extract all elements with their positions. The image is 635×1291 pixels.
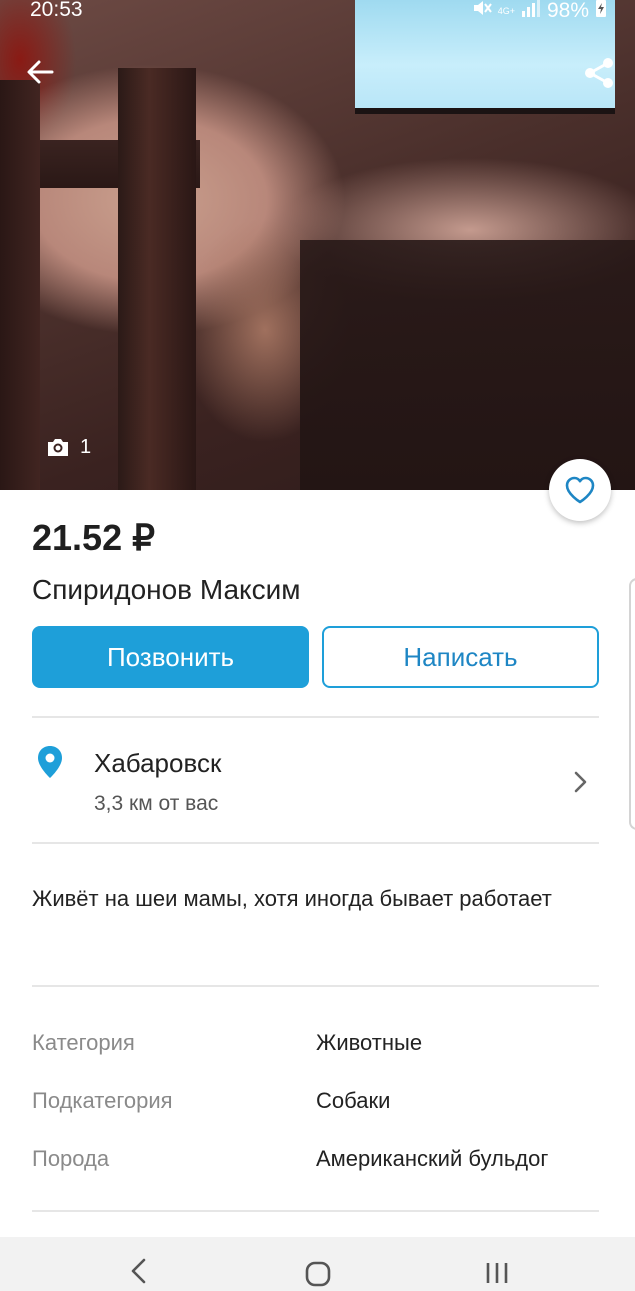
attribute-label-category: Категория xyxy=(32,1030,135,1055)
photo-counter: 1 xyxy=(38,430,99,464)
location-pin-icon xyxy=(38,746,62,778)
location-row[interactable]: Хабаровск 3,3 км от вас xyxy=(32,718,599,842)
listing-photo[interactable] xyxy=(0,0,635,490)
attribute-value-breed: Американский бульдог xyxy=(316,1146,549,1171)
chevron-right-icon xyxy=(574,771,587,793)
photo-count: 1 xyxy=(80,435,92,458)
attribute-value-category: Животные xyxy=(316,1030,423,1055)
battery-icon xyxy=(595,0,607,24)
network-type: 4G+ xyxy=(497,6,515,16)
status-time: 20:53 xyxy=(30,0,83,21)
favorite-button[interactable] xyxy=(549,459,611,521)
scroll-edge-indicator xyxy=(629,578,635,830)
status-bar: 20:53 4G+ 98% xyxy=(0,0,635,24)
status-icons: 4G+ 98% xyxy=(472,0,607,24)
listing-price: 21.52 ₽ xyxy=(32,517,155,558)
divider xyxy=(32,842,599,844)
attribute-label-breed: Порода xyxy=(32,1146,110,1171)
mute-icon xyxy=(472,0,492,24)
signal-icon xyxy=(521,0,541,23)
listing-description: Живёт на шеи мамы, хотя иногда бывает ра… xyxy=(32,886,552,911)
heart-icon xyxy=(565,476,595,504)
call-button[interactable]: Позвонить xyxy=(32,626,309,688)
photo-chair-post xyxy=(118,68,196,490)
attribute-value-subcategory: Собаки xyxy=(316,1088,391,1113)
nav-recents-icon[interactable] xyxy=(484,1261,510,1285)
share-button[interactable] xyxy=(582,56,616,90)
nav-home-icon[interactable] xyxy=(305,1261,331,1287)
photo-dark-area xyxy=(300,240,635,490)
seller-name: Спиридонов Максим xyxy=(32,574,301,605)
location-city: Хабаровск xyxy=(94,748,222,778)
system-nav-bar xyxy=(0,1237,635,1291)
photo-chair-left xyxy=(0,80,40,490)
nav-back-icon[interactable] xyxy=(128,1257,148,1285)
camera-icon xyxy=(48,439,68,456)
write-button[interactable]: Написать xyxy=(322,626,599,688)
back-button[interactable] xyxy=(24,56,56,88)
location-distance: 3,3 км от вас xyxy=(94,792,219,815)
divider xyxy=(32,1210,599,1212)
divider xyxy=(32,985,599,987)
attribute-label-subcategory: Подкатегория xyxy=(32,1088,173,1113)
back-arrow-icon xyxy=(27,60,54,84)
share-icon xyxy=(585,58,613,88)
battery-percent: 98% xyxy=(546,0,589,22)
